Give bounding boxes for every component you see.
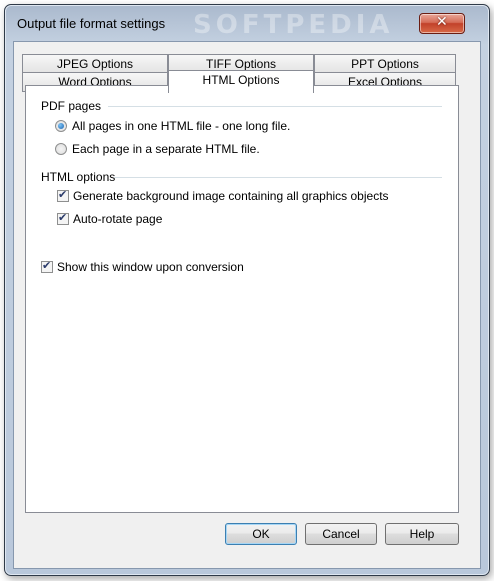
tab-label: HTML Options <box>202 73 280 87</box>
tab-label: TIFF Options <box>205 57 276 71</box>
watermark: SOFTPEDIA <box>193 10 394 40</box>
html-options-label: HTML options <box>41 170 116 184</box>
check-generate-background[interactable]: Generate background image containing all… <box>57 188 389 203</box>
radio-each-page-separate[interactable]: Each page in a separate HTML file. <box>55 142 260 156</box>
help-button[interactable]: Help <box>385 523 459 545</box>
html-options-divider <box>114 177 442 178</box>
pdf-pages-label: PDF pages <box>41 99 102 113</box>
checkbox-label: Show this window upon conversion <box>57 260 244 274</box>
radio-button[interactable] <box>55 120 67 132</box>
ok-button[interactable]: OK <box>225 523 297 545</box>
close-button[interactable]: ✕ <box>419 13 465 34</box>
radio-label: Each page in a separate HTML file. <box>72 142 260 156</box>
tab-label: PPT Options <box>351 57 419 71</box>
tab-jpeg-options[interactable]: JPEG Options <box>22 54 168 74</box>
cancel-button[interactable]: Cancel <box>305 523 377 545</box>
checkbox[interactable] <box>41 259 53 273</box>
radio-all-pages-one-file[interactable]: All pages in one HTML file - one long fi… <box>55 119 290 133</box>
tab-html-options[interactable]: HTML Options <box>168 70 314 93</box>
checkbox-label: Generate background image containing all… <box>73 189 389 203</box>
close-icon: ✕ <box>436 14 448 30</box>
checkbox[interactable] <box>57 188 69 202</box>
pdf-pages-divider <box>108 106 442 107</box>
window-title: Output file format settings <box>17 16 166 31</box>
tab-ppt-options[interactable]: PPT Options <box>314 54 456 74</box>
checkbox[interactable] <box>57 211 69 225</box>
radio-label: All pages in one HTML file - one long fi… <box>72 119 291 133</box>
radio-button[interactable] <box>55 143 67 155</box>
check-auto-rotate[interactable]: Auto-rotate page <box>57 211 163 226</box>
check-show-window[interactable]: Show this window upon conversion <box>41 259 244 274</box>
tab-label: JPEG Options <box>56 57 134 71</box>
title-bar[interactable]: Output file format settings SOFTPEDIA ✕ <box>5 5 489 41</box>
checkbox-label: Auto-rotate page <box>73 212 163 226</box>
